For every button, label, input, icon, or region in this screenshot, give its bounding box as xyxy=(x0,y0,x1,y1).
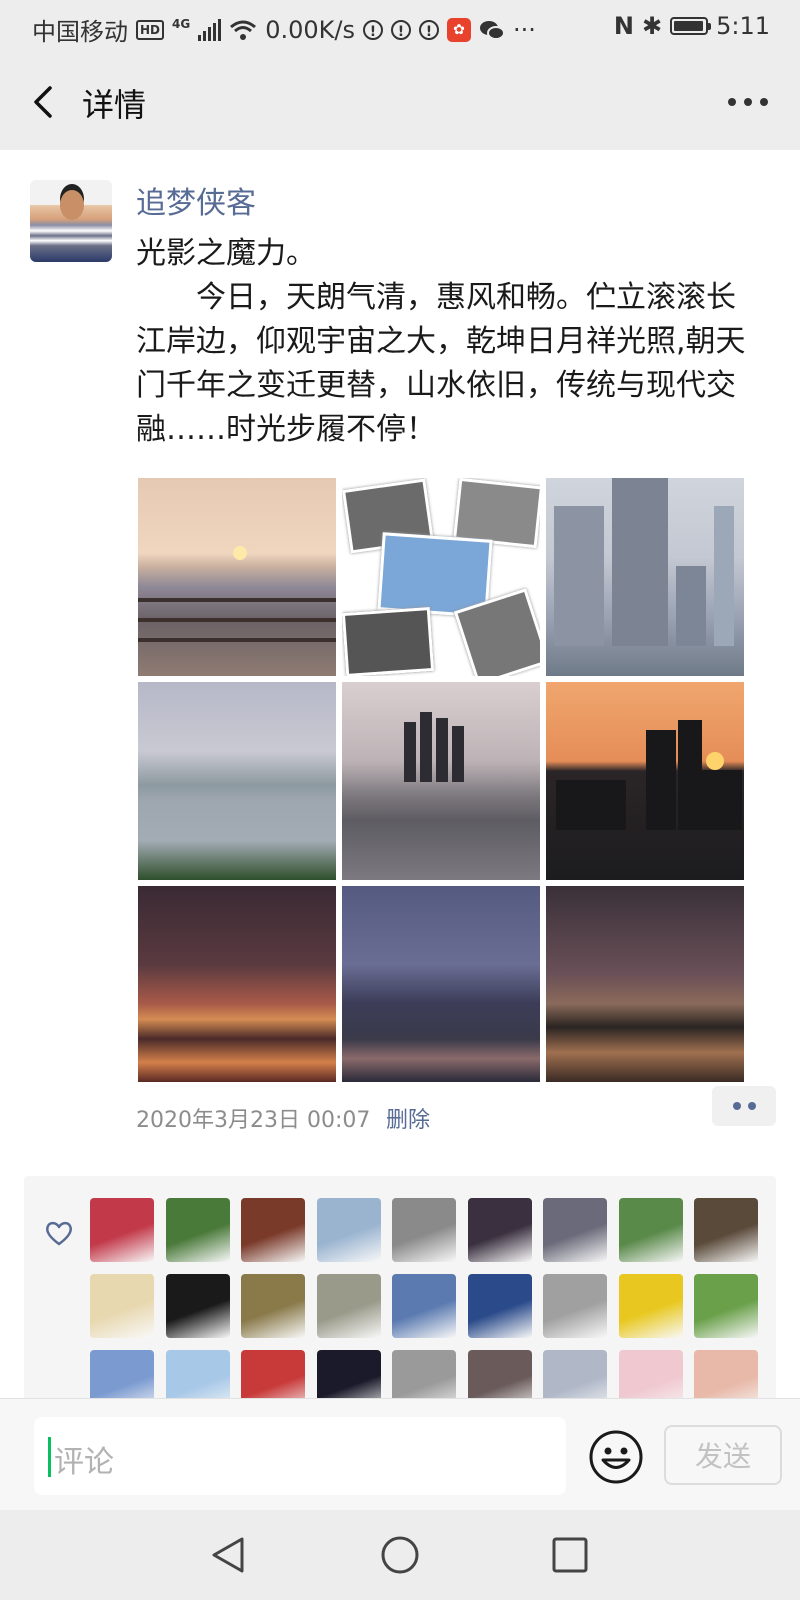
heart-icon xyxy=(46,1221,72,1246)
liker-avatar[interactable] xyxy=(694,1350,758,1398)
liker-avatar[interactable] xyxy=(543,1274,607,1338)
comment-input[interactable]: 评论 xyxy=(34,1417,566,1495)
signal-icon xyxy=(198,18,222,41)
system-nav-bar xyxy=(0,1510,800,1600)
photo-2[interactable] xyxy=(342,478,540,676)
emoji-icon[interactable] xyxy=(588,1429,644,1485)
liker-avatar[interactable] xyxy=(90,1198,154,1262)
alert-icon: ! xyxy=(418,19,439,40)
hd-icon: HD xyxy=(136,19,165,40)
liker-avatar[interactable] xyxy=(165,1198,230,1262)
photo-4[interactable] xyxy=(138,682,336,880)
page-title: 详情 xyxy=(82,86,147,124)
liker-avatar[interactable] xyxy=(467,1274,532,1338)
comment-like-menu-button[interactable] xyxy=(712,1086,776,1126)
photo-grid xyxy=(138,478,744,1082)
overflow-dots-icon: ··· xyxy=(512,15,536,44)
post-detail: 追梦侠客 光影之魔力。 今日，天朗气清，惠风和畅。伫立滚滚长江岸边，仰观宇宙之大… xyxy=(0,150,800,1398)
photo-3[interactable] xyxy=(546,478,744,676)
more-options-icon[interactable] xyxy=(728,98,768,106)
likes-panel xyxy=(24,1176,776,1398)
wechat-icon xyxy=(479,20,505,40)
post-title: 光影之魔力。 xyxy=(136,236,316,271)
back-arrow-icon[interactable] xyxy=(26,82,62,122)
carrier-label: 中国移动 xyxy=(32,18,128,46)
liker-avatar[interactable] xyxy=(694,1198,758,1262)
comment-bar: 评论 发送 xyxy=(0,1398,800,1511)
bluetooth-icon: ✱ xyxy=(641,12,663,40)
photo-6[interactable] xyxy=(546,682,744,880)
liker-avatar[interactable] xyxy=(392,1350,456,1398)
nav-home-icon[interactable] xyxy=(380,1535,420,1575)
liker-avatar[interactable] xyxy=(618,1198,683,1262)
liker-avatar[interactable] xyxy=(316,1198,381,1262)
app-notification-icon: ✿ xyxy=(446,17,471,42)
post-text: 光影之魔力。 今日，天朗气清，惠风和畅。伫立滚滚长江岸边，仰观宇宙之大，乾坤日月… xyxy=(136,232,756,452)
status-bar: 中国移动 HD 4G 0.00K/s ! ! ! ✿ ··· N ✱ 5:11 xyxy=(0,0,800,52)
status-left: 中国移动 HD 4G 0.00K/s ! ! ! ✿ ··· xyxy=(32,12,536,47)
status-right: N ✱ 5:11 xyxy=(614,12,770,40)
nav-bar: 详情 xyxy=(0,52,800,150)
liker-avatar[interactable] xyxy=(694,1274,758,1338)
liker-avatar[interactable] xyxy=(165,1350,230,1398)
liker-avatar[interactable] xyxy=(241,1198,305,1262)
wifi-icon xyxy=(230,20,257,40)
liker-avatar[interactable] xyxy=(241,1350,305,1398)
author-avatar[interactable] xyxy=(30,180,112,262)
liker-avatar[interactable] xyxy=(618,1350,683,1398)
time-label: 5:11 xyxy=(716,12,770,40)
photo-7[interactable] xyxy=(138,886,336,1082)
alert-icon: ! xyxy=(390,19,411,40)
liker-avatar[interactable] xyxy=(543,1350,607,1398)
liker-avatar[interactable] xyxy=(467,1198,532,1262)
author-name[interactable]: 追梦侠客 xyxy=(136,178,256,222)
network-speed-label: 0.00K/s xyxy=(265,15,355,44)
delete-link[interactable]: 删除 xyxy=(386,1102,430,1134)
liker-avatar[interactable] xyxy=(316,1274,381,1338)
photo-1[interactable] xyxy=(138,478,336,676)
post-timestamp: 2020年3月23日 00:07 xyxy=(136,1108,371,1133)
photo-9[interactable] xyxy=(546,886,744,1082)
photo-5[interactable] xyxy=(342,682,540,880)
liker-avatar-list xyxy=(90,1198,770,1398)
liker-avatar[interactable] xyxy=(90,1350,154,1398)
nav-back-icon[interactable] xyxy=(210,1535,246,1575)
liker-avatar[interactable] xyxy=(316,1350,381,1398)
nfc-icon: N xyxy=(613,12,634,40)
network-type-label: 4G xyxy=(172,16,191,31)
liker-avatar[interactable] xyxy=(241,1274,305,1338)
liker-avatar[interactable] xyxy=(392,1198,456,1262)
liker-avatar[interactable] xyxy=(618,1274,683,1338)
liker-avatar[interactable] xyxy=(467,1350,532,1398)
nav-recents-icon[interactable] xyxy=(550,1535,590,1575)
photo-8[interactable] xyxy=(342,886,540,1082)
liker-avatar[interactable] xyxy=(90,1274,154,1338)
post-body: 今日，天朗气清，惠风和畅。伫立滚滚长江岸边，仰观宇宙之大，乾坤日月祥光照,朝天门… xyxy=(136,280,746,447)
liker-avatar[interactable] xyxy=(392,1274,456,1338)
liker-avatar[interactable] xyxy=(543,1198,607,1262)
liker-avatar[interactable] xyxy=(165,1274,230,1338)
battery-icon xyxy=(670,17,712,35)
send-button[interactable]: 发送 xyxy=(664,1425,782,1485)
comment-placeholder: 评论 xyxy=(54,1445,114,1480)
alert-icon: ! xyxy=(362,19,383,40)
text-cursor xyxy=(48,1437,51,1477)
